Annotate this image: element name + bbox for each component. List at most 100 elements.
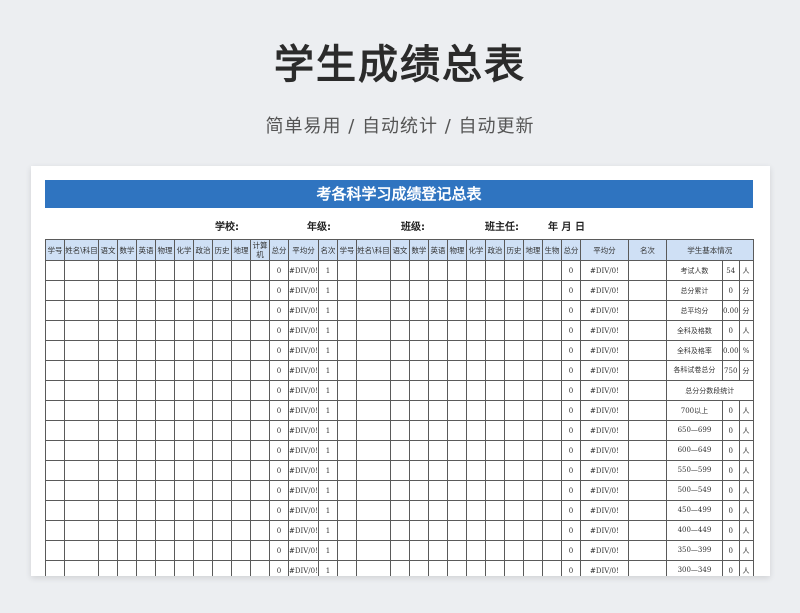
grade-cell[interactable] [389, 560, 410, 576]
grade-cell[interactable] [231, 540, 251, 561]
rank-cell[interactable] [627, 500, 667, 521]
grade-cell[interactable] [465, 360, 486, 381]
grade-cell[interactable] [446, 260, 467, 281]
grade-cell[interactable] [136, 480, 156, 501]
grade-cell[interactable] [446, 540, 467, 561]
grade-cell[interactable] [484, 420, 505, 441]
average-cell[interactable]: #DIV/0! [288, 540, 319, 561]
grade-cell[interactable] [155, 440, 175, 461]
grade-cell[interactable] [174, 420, 194, 441]
grade-cell[interactable] [336, 260, 357, 281]
grade-cell[interactable] [355, 320, 391, 341]
grade-cell[interactable] [408, 520, 429, 541]
grade-cell[interactable] [155, 500, 175, 521]
rank-cell[interactable]: 1 [317, 300, 338, 321]
total-cell[interactable]: 0 [560, 320, 581, 341]
grade-cell[interactable] [465, 480, 486, 501]
rank-cell[interactable] [627, 540, 667, 561]
grade-cell[interactable] [389, 360, 410, 381]
grade-cell[interactable] [250, 540, 270, 561]
rank-cell[interactable] [627, 480, 667, 501]
grade-cell[interactable] [465, 520, 486, 541]
stat-value[interactable]: 0 [721, 320, 740, 341]
grade-cell[interactable] [250, 460, 270, 481]
grade-cell[interactable] [427, 280, 448, 301]
grade-cell[interactable] [484, 280, 505, 301]
grade-cell[interactable] [408, 300, 429, 321]
total-cell[interactable]: 0 [560, 460, 581, 481]
grade-cell[interactable] [446, 380, 467, 401]
grade-cell[interactable] [250, 500, 270, 521]
average-cell[interactable]: #DIV/0! [288, 400, 319, 421]
grade-cell[interactable] [503, 520, 524, 541]
grade-cell[interactable] [484, 380, 505, 401]
grade-cell[interactable] [45, 320, 65, 341]
grade-cell[interactable] [212, 460, 232, 481]
grade-cell[interactable] [212, 440, 232, 461]
grade-cell[interactable] [212, 540, 232, 561]
grade-cell[interactable] [446, 360, 467, 381]
grade-cell[interactable] [503, 480, 524, 501]
total-cell[interactable]: 0 [269, 460, 289, 481]
rank-cell[interactable] [627, 400, 667, 421]
average-cell[interactable]: #DIV/0! [579, 520, 629, 541]
grade-cell[interactable] [389, 420, 410, 441]
grade-cell[interactable] [465, 380, 486, 401]
grade-cell[interactable] [98, 360, 118, 381]
grade-cell[interactable] [174, 540, 194, 561]
grade-cell[interactable] [45, 300, 65, 321]
grade-cell[interactable] [45, 540, 65, 561]
grade-cell[interactable] [503, 540, 524, 561]
average-cell[interactable]: #DIV/0! [579, 460, 629, 481]
grade-cell[interactable] [355, 440, 391, 461]
grade-cell[interactable] [355, 560, 391, 576]
grade-cell[interactable] [446, 320, 467, 341]
grade-cell[interactable] [117, 260, 137, 281]
grade-cell[interactable] [355, 380, 391, 401]
grade-cell[interactable] [503, 560, 524, 576]
grade-cell[interactable] [45, 480, 65, 501]
grade-cell[interactable] [193, 340, 213, 361]
grade-cell[interactable] [408, 260, 429, 281]
grade-cell[interactable] [64, 480, 99, 501]
grade-cell[interactable] [541, 520, 562, 541]
grade-cell[interactable] [250, 480, 270, 501]
total-cell[interactable]: 0 [560, 280, 581, 301]
grade-cell[interactable] [231, 520, 251, 541]
grade-cell[interactable] [117, 560, 137, 576]
grade-cell[interactable] [355, 540, 391, 561]
grade-cell[interactable] [98, 540, 118, 561]
grade-cell[interactable] [389, 540, 410, 561]
grade-cell[interactable] [503, 440, 524, 461]
grade-cell[interactable] [427, 380, 448, 401]
rank-cell[interactable] [627, 560, 667, 576]
grade-cell[interactable] [465, 440, 486, 461]
grade-cell[interactable] [484, 360, 505, 381]
rank-cell[interactable] [627, 320, 667, 341]
grade-cell[interactable] [355, 280, 391, 301]
grade-cell[interactable] [64, 420, 99, 441]
grade-cell[interactable] [541, 300, 562, 321]
grade-cell[interactable] [155, 360, 175, 381]
grade-cell[interactable] [484, 260, 505, 281]
grade-cell[interactable] [541, 420, 562, 441]
grade-cell[interactable] [522, 340, 543, 361]
total-cell[interactable]: 0 [269, 360, 289, 381]
grade-cell[interactable] [98, 560, 118, 576]
rank-cell[interactable]: 1 [317, 560, 338, 576]
grade-cell[interactable] [389, 280, 410, 301]
grade-cell[interactable] [231, 500, 251, 521]
grade-cell[interactable] [465, 340, 486, 361]
grade-cell[interactable] [136, 340, 156, 361]
grade-cell[interactable] [522, 380, 543, 401]
average-cell[interactable]: #DIV/0! [579, 280, 629, 301]
total-cell[interactable]: 0 [269, 260, 289, 281]
grade-cell[interactable] [193, 380, 213, 401]
average-cell[interactable]: #DIV/0! [288, 500, 319, 521]
grade-cell[interactable] [250, 560, 270, 576]
grade-cell[interactable] [503, 360, 524, 381]
grade-cell[interactable] [45, 500, 65, 521]
grade-cell[interactable] [541, 440, 562, 461]
rank-cell[interactable] [627, 280, 667, 301]
grade-cell[interactable] [212, 400, 232, 421]
